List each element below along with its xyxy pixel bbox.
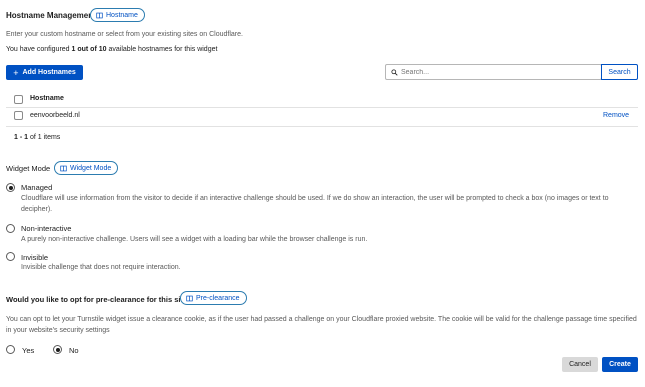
preclearance-description: You can opt to let your Turnstile widget…: [6, 316, 637, 334]
search-box[interactable]: [385, 64, 602, 80]
select-all-checkbox[interactable]: [14, 95, 23, 104]
book-icon: [60, 165, 67, 171]
pagination: 1 - 1 of 1 items: [14, 134, 60, 141]
usage-suffix: available hostnames for this widget: [106, 46, 218, 53]
search-icon: [391, 68, 398, 76]
book-icon: [186, 295, 193, 301]
pagination-suffix: of 1 items: [28, 134, 61, 141]
widget-mode-title: Widget Mode: [6, 164, 51, 173]
preclearance-question: Would you like to opt for pre-clearance …: [6, 295, 192, 304]
preclearance-yes-radio[interactable]: [6, 345, 15, 354]
non-interactive-description: A purely non-interactive challenge. User…: [21, 236, 368, 243]
invisible-description: Invisible challenge that does not requir…: [21, 264, 181, 271]
managed-radio[interactable]: [6, 183, 15, 192]
hostname-usage: You have configured 1 out of 10 availabl…: [6, 46, 217, 53]
remove-link[interactable]: Remove: [603, 112, 629, 119]
preclearance-pill[interactable]: Pre-clearance: [180, 291, 247, 305]
hostname-section-title: Hostname Management: [6, 11, 96, 20]
preclearance-pill-label: Pre-clearance: [196, 294, 240, 302]
hostname-pill-label: Hostname: [106, 11, 138, 19]
search-input[interactable]: [401, 68, 591, 76]
preclearance-no-label: No: [69, 346, 79, 355]
table-row: eenvoorbeeld.nl Remove: [6, 108, 638, 126]
non-interactive-radio[interactable]: [6, 224, 15, 233]
widget-mode-pill-label: Widget Mode: [70, 164, 112, 172]
managed-description: Cloudflare will use information from the…: [21, 195, 609, 213]
hostname-description: Enter your custom hostname or select fro…: [6, 31, 243, 38]
preclearance-yes-label: Yes: [22, 346, 35, 355]
hostname-column-header: Hostname: [30, 95, 64, 102]
non-interactive-label: Non-interactive: [21, 224, 72, 233]
table-bottom-divider: [6, 126, 638, 127]
usage-prefix: You have configured: [6, 46, 72, 53]
invisible-label: Invisible: [21, 253, 49, 262]
row-checkbox[interactable]: [14, 111, 23, 120]
book-icon: [96, 12, 103, 18]
preclearance-no-radio[interactable]: [53, 345, 62, 354]
row-hostname: eenvoorbeeld.nl: [30, 112, 80, 119]
invisible-radio[interactable]: [6, 252, 15, 261]
pagination-range: 1 - 1: [14, 134, 29, 141]
widget-mode-pill[interactable]: Widget Mode: [54, 161, 119, 175]
cancel-button[interactable]: Cancel: [562, 357, 598, 372]
create-button[interactable]: Create: [602, 357, 638, 372]
plus-icon: +: [13, 67, 19, 78]
usage-count: 1 out of 10: [71, 46, 107, 53]
hostname-docs-pill[interactable]: Hostname: [90, 8, 145, 22]
search-button[interactable]: Search: [601, 64, 638, 80]
add-hostnames-button[interactable]: + Add Hostnames: [6, 65, 83, 80]
add-hostnames-label: Add Hostnames: [22, 69, 76, 76]
managed-label: Managed: [21, 183, 53, 192]
